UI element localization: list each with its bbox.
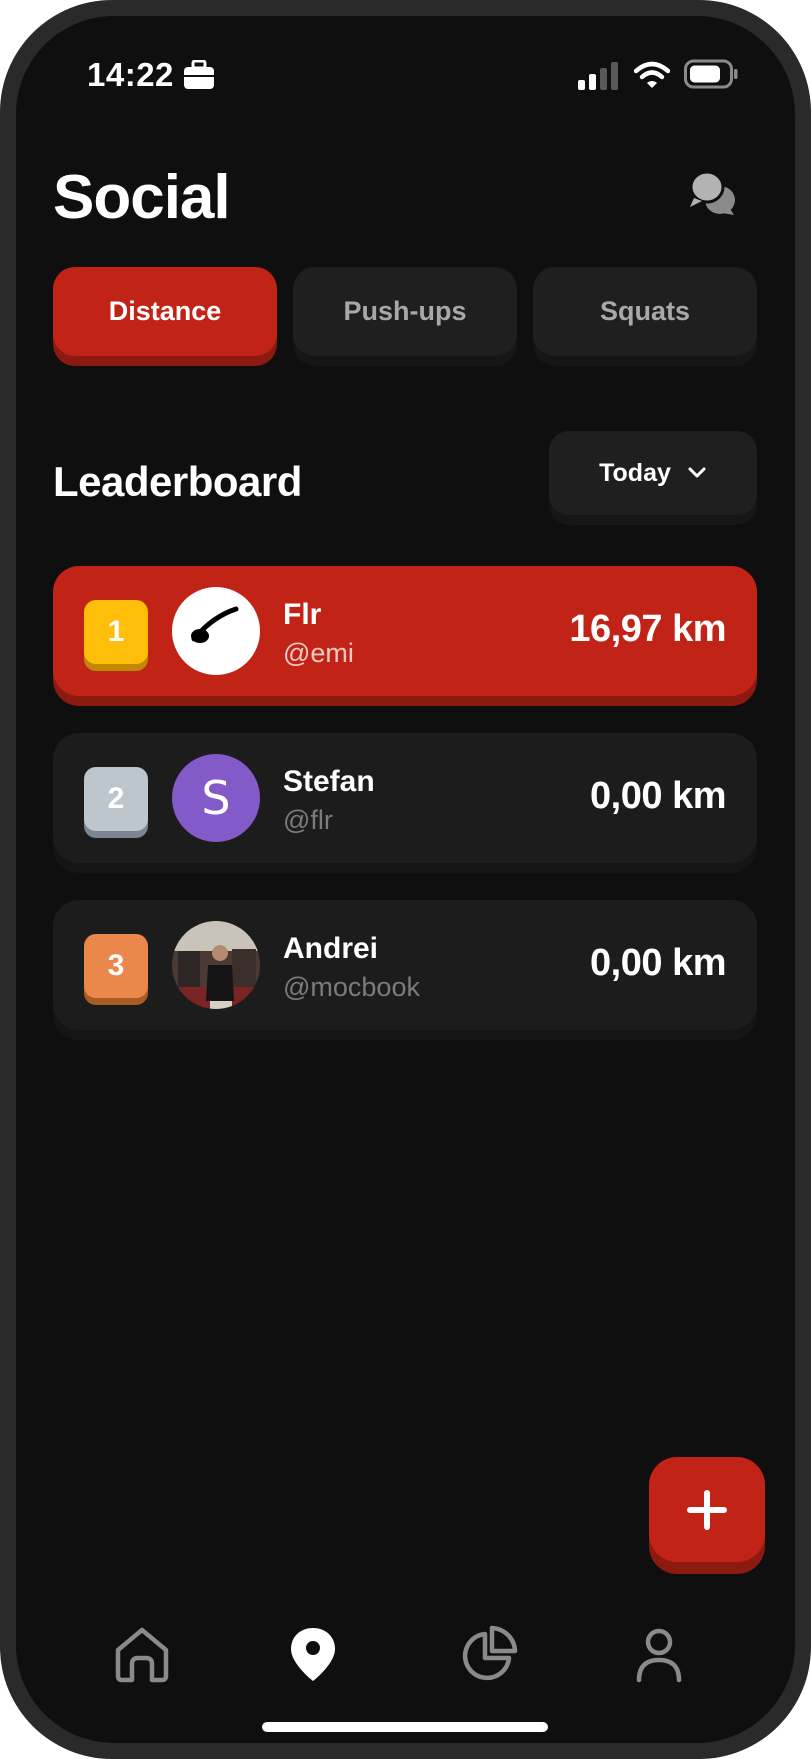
home-indicator[interactable] [262, 1722, 548, 1732]
leaderboard-row[interactable]: 3 Andrei @mocbook 0,00 km [53, 900, 757, 1030]
leaderboard-row[interactable]: 2 S Stefan @flr 0,00 km [53, 733, 757, 863]
wifi-icon [634, 61, 670, 88]
rank-badge: 1 [84, 600, 148, 664]
device-frame: 14:22 Social Distance Push-ups Squats Le… [0, 0, 811, 1759]
distance-value: 0,00 km [590, 775, 726, 817]
user-handle: @flr [283, 805, 333, 835]
user-handle: @mocbook [283, 972, 420, 1002]
user-name: Stefan [283, 765, 375, 798]
user-name: Andrei [283, 932, 379, 965]
user-handle: @emi [283, 638, 354, 668]
chevron-down-icon [688, 467, 706, 478]
status-time: 14:22 [87, 56, 174, 93]
chat-bubbles-icon[interactable] [688, 168, 738, 218]
avatar-logo-icon [191, 606, 239, 643]
map-pin-icon[interactable] [283, 1624, 343, 1684]
plus-icon [687, 1489, 727, 1530]
avatar [172, 587, 260, 675]
user-icon[interactable] [629, 1624, 689, 1684]
avatar-photo [172, 921, 260, 1009]
distance-value: 0,00 km [590, 942, 726, 984]
period-label: Today [599, 458, 671, 487]
pie-chart-icon[interactable] [459, 1624, 519, 1684]
app-screen: 14:22 Social Distance Push-ups Squats Le… [16, 16, 795, 1743]
activity-tabs: Distance Push-ups Squats [53, 267, 757, 356]
tab-squats[interactable]: Squats [533, 267, 757, 356]
avatar [172, 921, 260, 1009]
rank-badge: 2 [84, 767, 148, 831]
avatar: S [172, 754, 260, 842]
home-icon[interactable] [112, 1624, 172, 1684]
signal-icon [578, 62, 618, 90]
page-title: Social [53, 163, 231, 232]
user-name: Flr [283, 598, 322, 631]
leaderboard-title: Leaderboard [53, 458, 302, 505]
period-select[interactable]: Today [549, 431, 757, 515]
battery-icon [684, 59, 738, 89]
leaderboard-row[interactable]: 1 Flr @emi 16,97 km [53, 566, 757, 696]
tab-distance[interactable]: Distance [53, 267, 277, 356]
add-button[interactable] [649, 1457, 765, 1562]
distance-value: 16,97 km [569, 608, 726, 650]
tab-push-ups[interactable]: Push-ups [293, 267, 517, 356]
rank-badge: 3 [84, 934, 148, 998]
briefcase-icon [184, 60, 214, 89]
